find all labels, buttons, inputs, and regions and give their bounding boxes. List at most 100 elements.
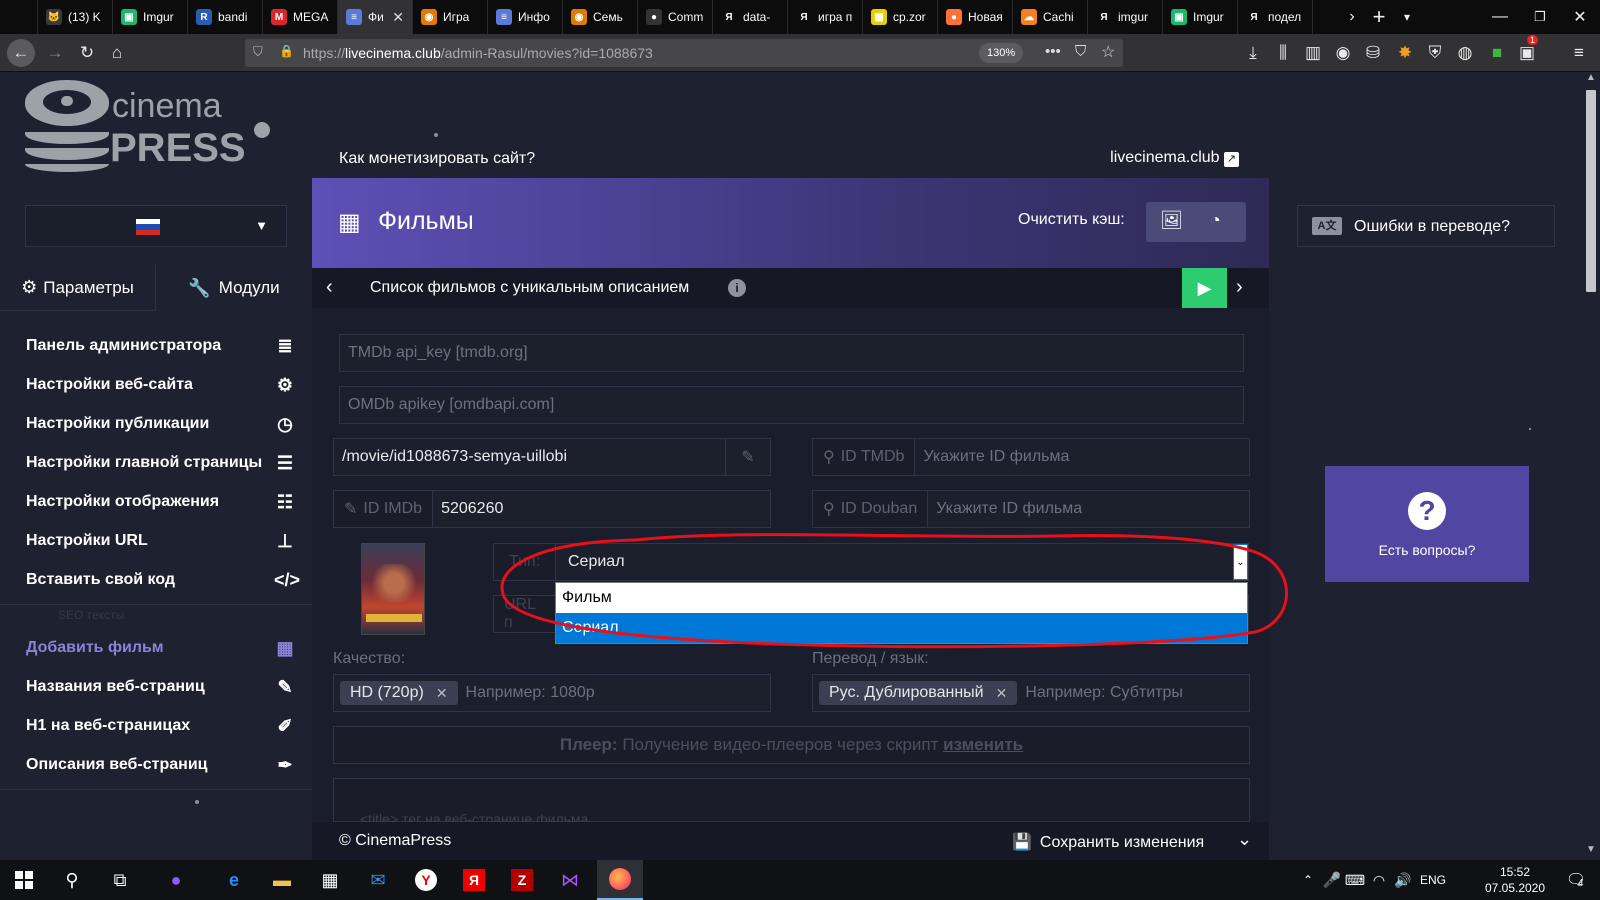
tmdb-api-key-input[interactable]: TMDb api_key [tmdb.org] (339, 334, 1244, 372)
library-icon[interactable]: ⫼ (1270, 34, 1296, 72)
new-tab-icon[interactable]: + (1366, 0, 1392, 34)
notify-ext-icon[interactable]: ▣ 1 (1514, 34, 1540, 72)
browser-tab[interactable]: Яimgur (1088, 0, 1163, 34)
green-ext-icon[interactable]: ■ (1484, 34, 1510, 72)
scrollbar[interactable]: ▲ ▼ (1582, 72, 1600, 860)
firefox-icon[interactable] (597, 860, 643, 900)
site-link[interactable]: livecinema.club ↗ (1110, 149, 1239, 167)
sidebar-toggle-icon[interactable]: ▥ (1300, 34, 1326, 72)
browser-tab[interactable]: ≡ Фи ✕ (338, 0, 413, 34)
ublock-icon[interactable]: ⛨ (1422, 34, 1448, 72)
remove-chip-icon[interactable]: ✕ (996, 685, 1008, 702)
questions-box[interactable]: ? Есть вопросы? (1325, 466, 1529, 582)
browser-tab[interactable]: Яdata- (713, 0, 788, 34)
sidebar-item[interactable]: H1 на веб-страницах ✐ (26, 708, 296, 744)
filezilla-icon[interactable]: Z (508, 860, 536, 900)
browser-tab[interactable]: Rbandi (188, 0, 263, 34)
alice-icon[interactable]: ● (162, 860, 190, 900)
browser-tab[interactable]: ● Новая (938, 0, 1013, 34)
language-indicator[interactable]: ENG (1418, 860, 1448, 900)
address-bar[interactable]: ⛉ 🔒 https://livecinema.club/admin-Rasul/… (245, 39, 1123, 67)
forward-icon[interactable]: → (40, 34, 70, 72)
sidebar-item[interactable]: Настройки публикации ◷ (26, 406, 296, 442)
browser-tab[interactable]: Яподел (1238, 0, 1313, 34)
minimize-icon[interactable]: — (1480, 0, 1520, 34)
browser-tab[interactable]: ● Comm (638, 0, 713, 34)
save-button[interactable]: 💾 Сохранить изменения (1012, 832, 1204, 852)
tab-list-icon[interactable]: ▾ (1394, 0, 1420, 34)
quality-input[interactable]: HD (720p) ✕ Например: 1080p (333, 674, 771, 712)
video-camera-button[interactable]: ▶ (1182, 268, 1227, 308)
sidebar-item[interactable]: Настройки главной страницы ☰ (26, 445, 296, 481)
url-text[interactable]: https://livecinema.club/admin-Rasul/movi… (303, 45, 653, 61)
translate-input[interactable]: Рус. Дублированный ✕ Например: Субтитры (812, 674, 1250, 712)
browser-tab[interactable]: ◉ Игра (413, 0, 488, 34)
vs-icon[interactable]: ⋈ (556, 860, 584, 900)
scroll-up-icon[interactable]: ▲ (1586, 72, 1596, 83)
remove-chip-icon[interactable]: ✕ (436, 685, 448, 702)
next-arrow-icon[interactable]: › (1236, 276, 1243, 299)
page-actions-icon[interactable]: ••• (1045, 43, 1061, 60)
language-select[interactable]: ▼ (25, 205, 287, 247)
account-icon[interactable]: ◉ (1330, 34, 1356, 72)
id-douban-input[interactable]: ⚲ ID Douban Укажите ID фильма (812, 490, 1250, 528)
id-tmdb-input[interactable]: ⚲ ID TMDb Укажите ID фильма (812, 438, 1250, 476)
reload-icon[interactable]: ↻ (72, 34, 102, 72)
windows-start-icon[interactable] (10, 860, 38, 900)
lock-icon[interactable]: 🔒 (279, 44, 294, 58)
yandex-icon[interactable]: Я (460, 860, 488, 900)
wifi-icon[interactable]: ◠ (1368, 860, 1390, 900)
clock[interactable]: 15:52 07.05.2020 (1480, 864, 1550, 896)
info-icon[interactable]: i (728, 279, 746, 297)
sidebar-item[interactable]: Настройки веб-сайта ⚙ (26, 367, 296, 403)
browser-tab[interactable]: ☁ Cachi (1013, 0, 1088, 34)
download-icon[interactable]: ⤓ (1240, 34, 1266, 72)
edit-url-icon[interactable]: ✎ (725, 439, 770, 475)
database-ext-icon[interactable]: ⛁ (1360, 34, 1386, 72)
mail-icon[interactable]: ✉ (364, 860, 392, 900)
tab-modules[interactable]: 🔧 Модули (156, 265, 312, 311)
tab-parameters[interactable]: ⚙ Параметры (0, 265, 156, 311)
scroll-down-icon[interactable]: ▼ (1586, 844, 1596, 855)
edge-icon[interactable]: e (220, 860, 248, 900)
task-view-icon[interactable]: ⧉ (106, 860, 134, 900)
browser-tab[interactable]: M MEGA (263, 0, 338, 34)
player-change-link[interactable]: изменить (943, 735, 1023, 755)
explorer-icon[interactable]: ▬ (268, 860, 296, 900)
microphone-icon[interactable]: 🎤 (1322, 860, 1342, 900)
scroll-thumb[interactable] (1586, 90, 1596, 292)
pinned-tab[interactable] (0, 0, 38, 34)
movie-poster[interactable] (361, 543, 425, 635)
clear-speed-cache-button[interactable]: ◔ (1210, 210, 1221, 231)
browser-tab[interactable]: ≡ Инфо (488, 0, 563, 34)
browser-tab[interactable]: ▣ Imgur (1163, 0, 1238, 34)
browser-tab[interactable]: 🐱 (13) K (38, 0, 113, 34)
close-window-icon[interactable]: ✕ (1560, 0, 1600, 34)
restore-icon[interactable]: ❐ (1520, 0, 1560, 34)
home-icon[interactable]: ⌂ (102, 34, 132, 72)
browser-tab[interactable]: ◉ Семь (563, 0, 638, 34)
chevron-down-icon[interactable]: ⌄ (1237, 829, 1252, 850)
clear-image-cache-button[interactable]: 🖼 (1160, 210, 1183, 231)
shield-icon[interactable]: ⛉ (253, 44, 263, 60)
search-icon[interactable]: ⚲ (58, 860, 86, 900)
pocket-icon[interactable]: ⛉ (1075, 43, 1086, 60)
tray-chevron-icon[interactable]: ⌃ (1298, 860, 1318, 900)
input-method-icon[interactable]: ⌨ (1344, 860, 1366, 900)
sidebar-item[interactable]: Описания веб-страниц ✒ (26, 747, 296, 783)
omdb-api-key-input[interactable]: OMDb apikey [omdbapi.com] (339, 386, 1244, 424)
menu-icon[interactable]: ≡ (1566, 34, 1592, 72)
browser-tab[interactable]: Яигра п (788, 0, 863, 34)
close-tab-icon[interactable]: ✕ (392, 9, 404, 26)
sidebar-item[interactable]: Добавить фильм ▦ (26, 630, 296, 666)
back-icon[interactable]: ← (6, 34, 36, 72)
sidebar-item[interactable]: Настройки URL ⊥ (26, 523, 296, 559)
extension-icon[interactable]: ✸ (1392, 34, 1418, 72)
translate-errors-button[interactable]: A文 Ошибки в переводе? (1297, 205, 1555, 247)
globe-icon[interactable]: ◍ (1452, 34, 1478, 72)
browser-tab[interactable]: ▦ cp.zor (863, 0, 938, 34)
sidebar-item[interactable]: Настройки отображения ☷ (26, 484, 296, 520)
browser-tab[interactable]: ▣ Imgur (113, 0, 188, 34)
sidebar-item[interactable]: Панель администратора ≣ (26, 328, 296, 364)
store-icon[interactable]: ▦ (316, 860, 344, 900)
